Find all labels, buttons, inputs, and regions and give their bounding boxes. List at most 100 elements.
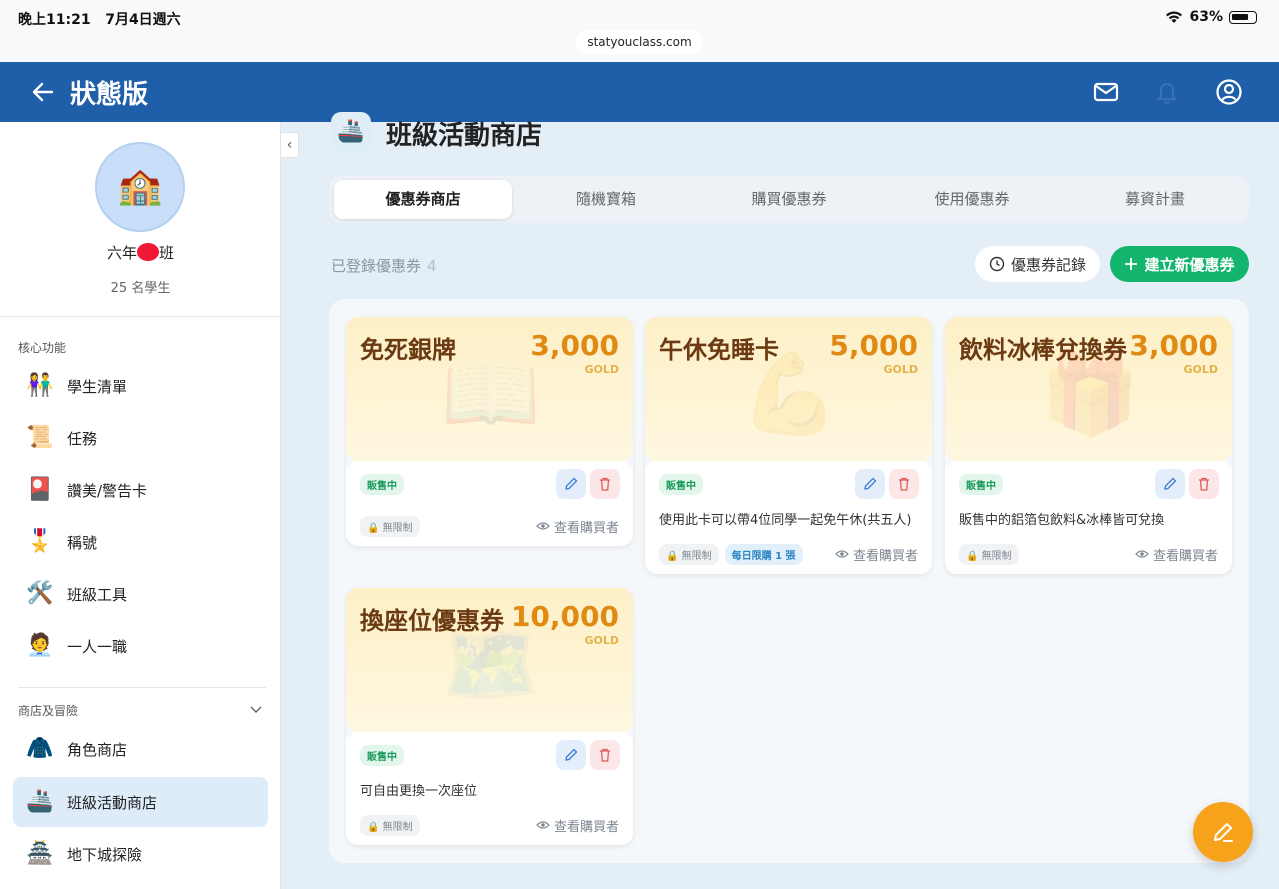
worker-icon: 🧑‍💼: [26, 633, 54, 658]
edit-coupon-button[interactable]: [556, 469, 586, 499]
view-buyers-link[interactable]: 查看購買者: [835, 545, 918, 564]
student-count: 25 名學生: [110, 281, 171, 296]
status-time: 晚上11:21 7月4日週六: [18, 9, 181, 29]
limit-text: 無限制: [382, 821, 413, 833]
eye-icon: [835, 550, 849, 558]
status-badge: 販售中: [659, 474, 703, 495]
url-bar[interactable]: statyouclass.com: [576, 30, 703, 55]
sidebar-item-class-activity-shop[interactable]: 🚢 班級活動商店: [13, 777, 268, 827]
view-buyers-label: 查看購買者: [1152, 548, 1218, 564]
edit-coupon-button[interactable]: [1155, 469, 1185, 499]
jacket-icon: 🧥: [26, 736, 54, 761]
limit-text: 無限制: [681, 550, 712, 562]
sidebar-item-titles[interactable]: 🎖️ 稱號: [13, 517, 268, 567]
wifi-icon: [1166, 11, 1183, 23]
sidebar-item-praise-warning-cards[interactable]: 🎴 讚美/警告卡: [13, 465, 268, 515]
registered-coupons-label: 已登錄優惠券 4: [331, 255, 437, 276]
students-icon: 👫: [26, 373, 54, 398]
sidebar-item-label: 任務: [67, 429, 98, 448]
coupon-body: 販售中 🔒 無限制 查看購買者: [346, 461, 633, 546]
back-arrow-icon[interactable]: [30, 79, 56, 105]
coupon-header: 🗺️ 換座位優惠券 10,000 GOLD: [346, 588, 633, 738]
tab-coupon-shop[interactable]: 優惠券商店: [334, 180, 512, 219]
sidebar-item-label: 學生清單: [67, 377, 128, 396]
battery-percent: 63%: [1189, 9, 1223, 25]
limit-chip: 🔒 無限制: [659, 543, 719, 565]
delete-coupon-button[interactable]: [889, 469, 919, 499]
tab-bar: 優惠券商店 隨機寶箱 購買優惠券 使用優惠券 募資計畫: [329, 176, 1249, 223]
class-name-prefix: 六年: [106, 244, 137, 262]
sidebar-item-dungeon[interactable]: 🏯 地下城探險: [13, 829, 268, 879]
delete-coupon-button[interactable]: [590, 469, 620, 499]
sidebar-item-label: 地下城探險: [67, 845, 143, 864]
coupon-history-button[interactable]: 優惠券記錄: [975, 246, 1100, 282]
status-badge: 販售中: [360, 745, 404, 766]
daily-limit-chip: 每日限購 1 張: [724, 543, 803, 565]
coupon-card: 📖 免死銀牌 3,000 GOLD 販售中 🔒 無限制 查看購買者: [346, 317, 633, 546]
sidebar-collapse-button[interactable]: ‹: [281, 132, 299, 158]
coupon-card: 🎁 飲料冰棒兌換券 3,000 GOLD 販售中 販售中的鋁箔包飲料&冰棒皆可兌…: [945, 317, 1232, 574]
sidebar-item-student-list[interactable]: 👫 學生清單: [13, 361, 268, 411]
user-account-icon[interactable]: [1214, 77, 1244, 107]
trash-icon: [600, 748, 610, 762]
tab-random-chest[interactable]: 隨機寶箱: [517, 180, 695, 219]
coupon-description: 可自由更換一次座位: [360, 784, 478, 799]
school-building-icon: 🏫: [117, 166, 163, 207]
status-badge: 販售中: [959, 474, 1003, 495]
view-buyers-link[interactable]: 查看購買者: [536, 816, 619, 835]
edit-coupon-button[interactable]: [855, 469, 885, 499]
pencil-icon: [565, 477, 578, 490]
cards-icon: 🎴: [26, 477, 54, 502]
coupon-body: 販售中 可自由更換一次座位 🔒 無限制 查看購買者: [346, 732, 633, 845]
sidebar-item-character-shop[interactable]: 🧥 角色商店: [13, 724, 268, 774]
status-indicators: 63%: [1165, 9, 1257, 25]
sidebar-item-class-tools[interactable]: 🛠️ 班級工具: [13, 569, 268, 619]
pencil-icon: [565, 748, 578, 761]
sidebar-item-label: 稱號: [67, 533, 98, 552]
trash-icon: [600, 477, 610, 491]
sidebar-item-label: 角色商店: [67, 740, 128, 759]
limit-chip: 🔒 無限制: [959, 543, 1019, 565]
status-date: 7月4日週六: [105, 12, 181, 28]
create-coupon-button[interactable]: 建立新優惠券: [1110, 246, 1249, 282]
sidebar-divider: [0, 316, 281, 317]
delete-coupon-button[interactable]: [590, 740, 620, 770]
floating-edit-button[interactable]: [1193, 802, 1253, 862]
view-buyers-link[interactable]: 查看購買者: [1135, 545, 1218, 564]
mail-icon[interactable]: [1091, 77, 1121, 107]
coupon-name: 換座位優惠券: [360, 607, 504, 635]
view-buyers-link[interactable]: 查看購買者: [536, 517, 619, 536]
sidebar-item-label: 班級活動商店: [67, 793, 158, 812]
tab-buy-coupon[interactable]: 購買優惠券: [700, 180, 878, 219]
redaction-mark: [137, 243, 159, 261]
status-bar: 晚上11:21 7月4日週六 63% statyouclass.com: [0, 0, 1279, 62]
sidebar-item-tasks[interactable]: 📜 任務: [13, 413, 268, 463]
coupon-card: 💪 午休免睡卡 5,000 GOLD 販售中 使用此卡可以帶4位同學一起免午休(…: [645, 317, 932, 574]
scroll-icon: 📜: [26, 425, 54, 450]
bell-icon[interactable]: [1152, 77, 1182, 107]
medal-icon: 🎖️: [26, 529, 54, 554]
coupon-card: 🗺️ 換座位優惠券 10,000 GOLD 販售中 可自由更換一次座位 🔒 無限…: [346, 588, 633, 845]
sidebar-divider: [18, 687, 266, 688]
delete-coupon-button[interactable]: [1189, 469, 1219, 499]
sidebar: 🏫 六年 班 25 名學生 核心功能 👫 學生清單 📜 任務 🎴 讚美/警告卡 🎖…: [0, 122, 281, 889]
view-buyers-label: 查看購買者: [553, 520, 619, 536]
castle-icon: 🏯: [26, 841, 54, 866]
coupon-history-label: 優惠券記錄: [1010, 255, 1086, 274]
coupon-header: 📖 免死銀牌 3,000 GOLD: [346, 317, 633, 467]
coupon-footer: 🔒 無限制 查看購買者: [959, 543, 1218, 565]
pencil-icon: [1214, 823, 1233, 842]
sidebar-item-class-jobs[interactable]: 🧑‍💼 一人一職: [13, 621, 268, 671]
tab-crowdfunding[interactable]: 募資計畫: [1066, 180, 1244, 219]
chevron-down-icon[interactable]: [250, 706, 262, 714]
coupon-name: 飲料冰棒兌換券: [959, 336, 1127, 364]
clock-icon: [989, 256, 1005, 272]
tab-use-coupon[interactable]: 使用優惠券: [883, 180, 1061, 219]
coupon-header: 💪 午休免睡卡 5,000 GOLD: [645, 317, 932, 467]
edit-coupon-button[interactable]: [556, 740, 586, 770]
class-name: 六年 班: [0, 242, 281, 263]
coupon-price: 5,000: [829, 329, 918, 362]
status-clock: 晚上11:21: [18, 12, 91, 28]
class-name-suffix: 班: [159, 244, 175, 262]
tools-icon: 🛠️: [26, 581, 54, 606]
